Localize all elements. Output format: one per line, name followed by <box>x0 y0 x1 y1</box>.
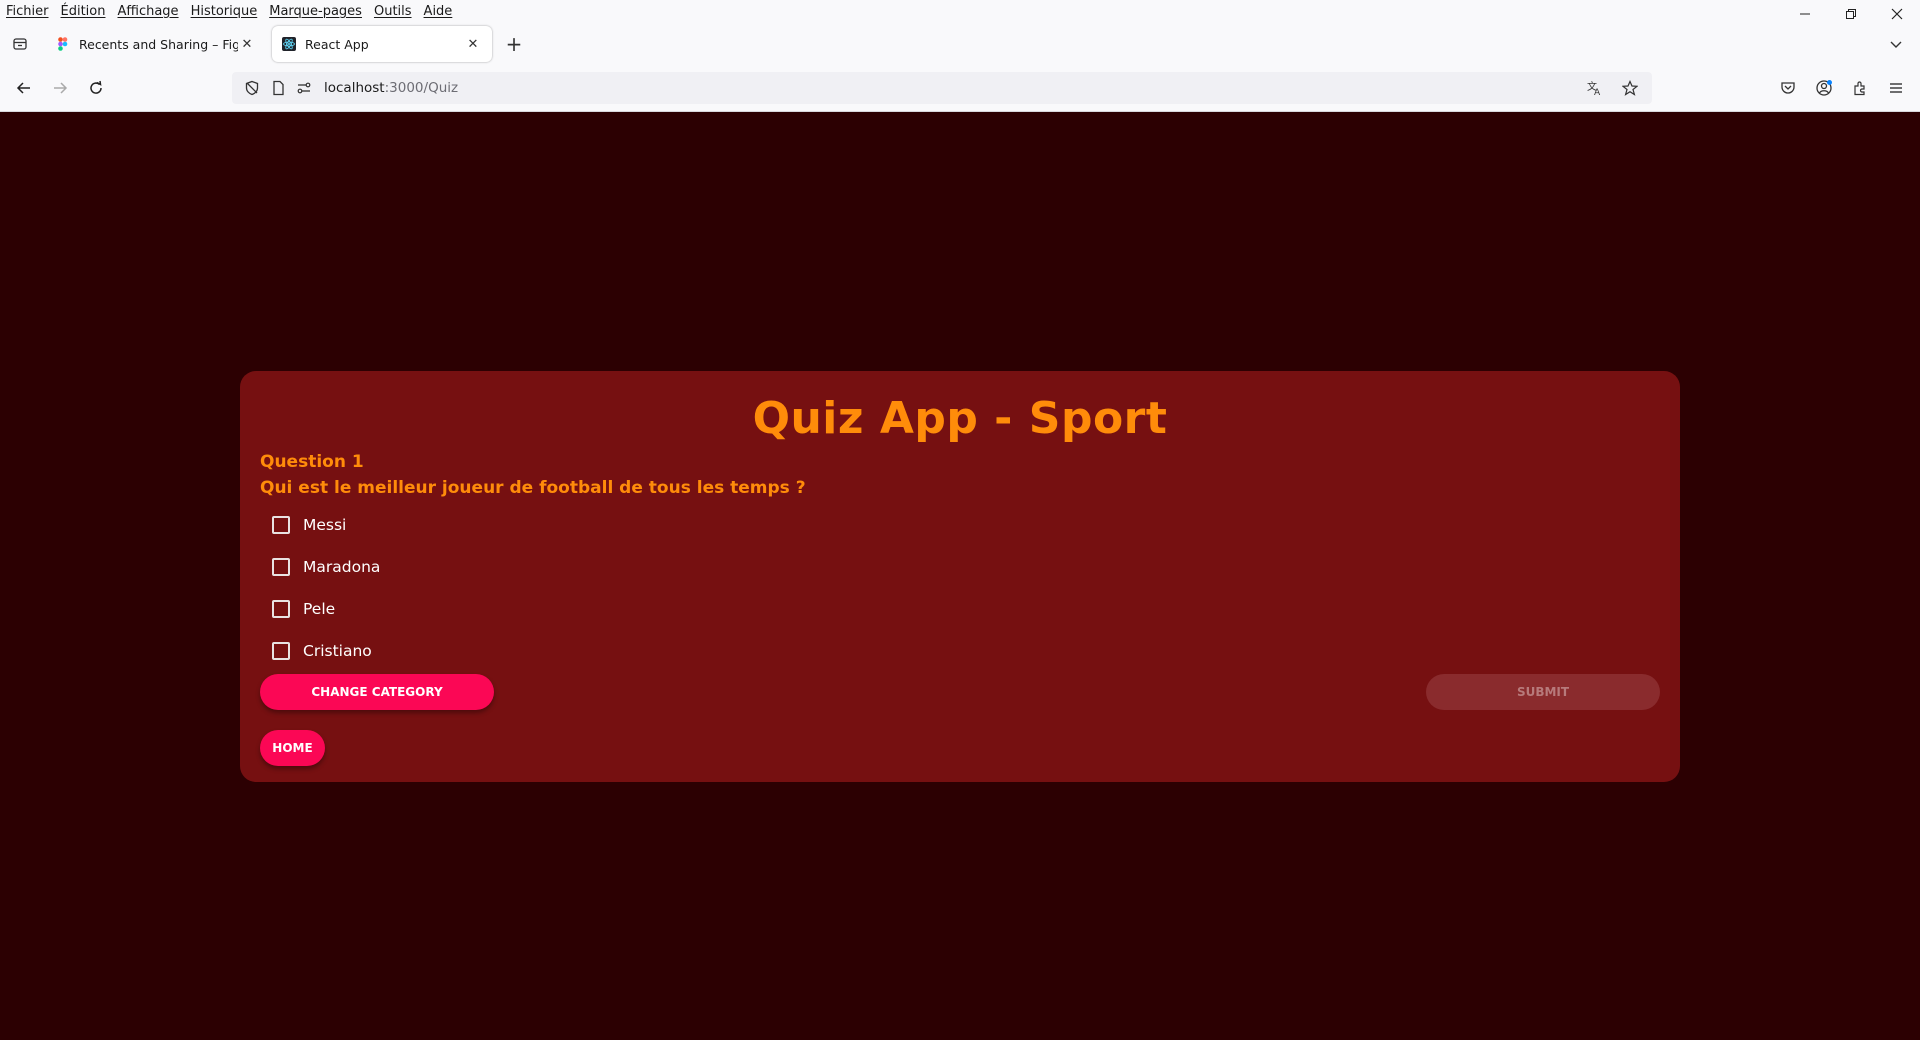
option-label: Messi <box>303 516 347 534</box>
forward-icon[interactable] <box>42 72 78 104</box>
back-icon[interactable] <box>6 72 42 104</box>
page-title: Quiz App - Sport <box>752 393 1168 444</box>
option-pele[interactable]: Pele <box>272 588 1660 630</box>
question-number: Question 1 <box>260 452 364 472</box>
menu-fichier[interactable]: Fichier <box>6 4 49 19</box>
option-messi[interactable]: Messi <box>272 504 1660 546</box>
tab-list-icon[interactable] <box>8 32 32 56</box>
url-path: :3000/Quiz <box>384 80 459 96</box>
quiz-card: Quiz App - Sport Question 1 Qui est le m… <box>240 371 1680 782</box>
account-icon[interactable] <box>1808 72 1840 104</box>
action-row: CHANGE CATEGORY SUBMIT <box>260 674 1660 714</box>
checkbox[interactable] <box>272 642 290 660</box>
question-text: Qui est le meilleur joueur de football d… <box>260 478 806 498</box>
hamburger-menu-icon[interactable] <box>1880 72 1912 104</box>
chevron-down-icon[interactable] <box>1886 34 1906 54</box>
pocket-icon[interactable] <box>1772 72 1804 104</box>
tab-figma[interactable]: Recents and Sharing – Figma ✕ <box>46 26 266 62</box>
close-icon[interactable]: ✕ <box>238 35 256 53</box>
bookmark-star-icon[interactable] <box>1618 76 1642 100</box>
tab-strip: Recents and Sharing – Figma ✕ React App … <box>0 22 1920 66</box>
checkbox[interactable] <box>272 558 290 576</box>
menu-marque-pages[interactable]: Marque-pages <box>269 4 362 19</box>
figma-icon <box>58 37 68 51</box>
svg-text:A: A <box>1594 88 1601 96</box>
new-tab-icon[interactable]: + <box>500 30 528 58</box>
toolbar-right <box>1772 72 1912 104</box>
tracking-protection-icon[interactable] <box>240 76 264 100</box>
browser-chrome: Fichier Édition Affichage Historique Mar… <box>0 0 1920 112</box>
page-icon[interactable] <box>266 76 290 100</box>
tab-react-app[interactable]: React App ✕ <box>272 26 492 62</box>
tab-title: React App <box>305 36 369 52</box>
option-maradona[interactable]: Maradona <box>272 546 1660 588</box>
permissions-icon[interactable] <box>292 76 316 100</box>
checkbox[interactable] <box>272 600 290 618</box>
menu-historique[interactable]: Historique <box>191 4 258 19</box>
menu-aide[interactable]: Aide <box>424 4 453 19</box>
option-cristiano[interactable]: Cristiano <box>272 630 1660 672</box>
react-icon <box>282 37 296 51</box>
change-category-button[interactable]: CHANGE CATEGORY <box>260 674 494 710</box>
home-button[interactable]: HOME <box>260 730 325 766</box>
nav-bar: localhost:3000/Quiz 文A <box>0 66 1920 110</box>
submit-button[interactable]: SUBMIT <box>1426 674 1660 710</box>
option-label: Cristiano <box>303 642 372 660</box>
close-icon[interactable]: ✕ <box>464 35 482 53</box>
extensions-icon[interactable] <box>1844 72 1876 104</box>
tab-title: Recents and Sharing – Figma <box>79 36 238 52</box>
page-viewport: Quiz App - Sport Question 1 Qui est le m… <box>0 112 1920 1040</box>
menu-edition[interactable]: Édition <box>61 4 106 19</box>
translate-icon[interactable]: 文A <box>1582 76 1606 100</box>
checkbox[interactable] <box>272 516 290 534</box>
option-label: Maradona <box>303 558 381 576</box>
url-host: localhost <box>324 80 385 96</box>
answer-options: Messi Maradona Pele Cristiano <box>272 504 1660 672</box>
menu-outils[interactable]: Outils <box>374 4 412 19</box>
option-label: Pele <box>303 600 336 618</box>
url-bar[interactable]: localhost:3000/Quiz 文A <box>232 72 1652 104</box>
reload-icon[interactable] <box>78 72 114 104</box>
menu-bar: Fichier Édition Affichage Historique Mar… <box>0 0 1920 22</box>
menu-affichage[interactable]: Affichage <box>117 4 178 19</box>
